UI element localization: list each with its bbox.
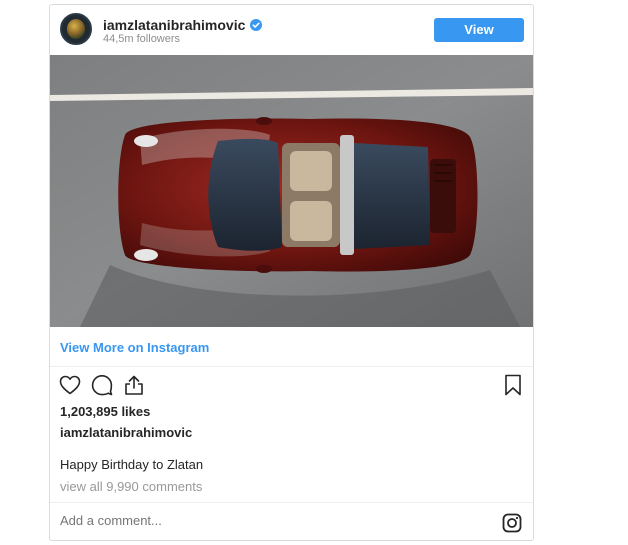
comment-input[interactable] [60,513,360,528]
action-bar [50,371,533,401]
comment-bubble-icon[interactable] [90,373,114,397]
view-more-link[interactable]: View More on Instagram [60,340,209,355]
view-more-row: View More on Instagram [50,327,533,367]
username-row: iamzlatanibrahimovic [103,17,263,33]
post-photo[interactable] [50,55,534,327]
share-icon[interactable] [122,373,146,397]
view-comments-link[interactable]: view all 9,990 comments [60,479,202,494]
avatar-image [67,19,85,39]
post-caption: Happy Birthday to Zlatan [60,457,204,472]
comment-bar [50,502,533,540]
heart-icon[interactable] [58,373,82,397]
bookmark-icon[interactable] [501,373,525,397]
verified-badge-icon [250,19,263,31]
post-header: iamzlatanibrahimovic 44,5m followers Vie… [50,5,533,61]
avatar[interactable] [60,13,92,45]
like-count[interactable]: 1,203,895 likes [60,404,150,419]
post-owner-username[interactable]: iamzlatanibrahimovic [60,425,192,440]
instagram-logo-icon[interactable] [502,513,522,533]
instagram-embed-card: iamzlatanibrahimovic 44,5m followers Vie… [49,4,534,541]
view-profile-button[interactable]: View Profile [434,18,524,61]
follower-count: 44,5m followers [103,33,181,45]
username-link[interactable]: iamzlatanibrahimovic [103,17,245,33]
